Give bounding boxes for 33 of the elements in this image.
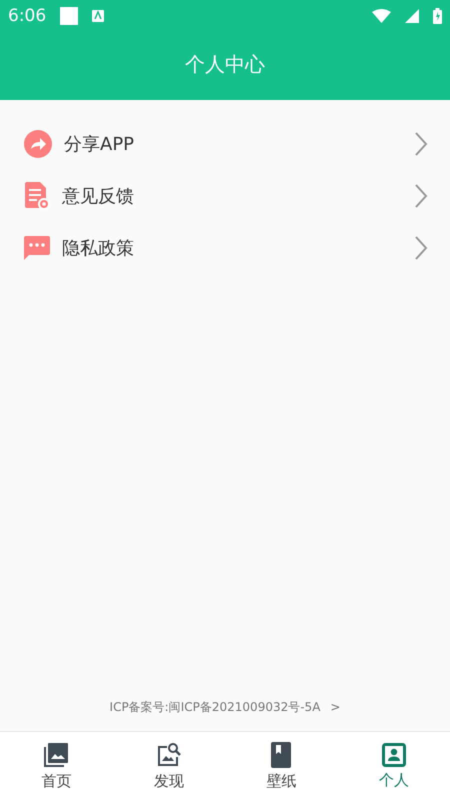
icp-arrow[interactable]: > [330, 700, 340, 714]
signal-icon [405, 9, 419, 23]
icp-number[interactable]: ICP备案号:闽ICP备2021009032号-5A [110, 698, 320, 716]
menu-item[interactable]: 隐私政策 [0, 222, 450, 274]
menu-item[interactable]: 分享APP [0, 118, 450, 170]
nav-tab[interactable]: 发现 [112, 732, 225, 801]
menu-item[interactable]: 意见反馈 [0, 170, 450, 222]
nav-tab[interactable]: 首页 [0, 732, 112, 801]
nav-tab-label: 个人 [378, 771, 409, 790]
menu-item-label: 意见反馈 [62, 185, 135, 208]
gallery-icon [43, 742, 70, 768]
wifi-icon [372, 9, 391, 23]
chevron-right-icon [414, 183, 428, 209]
chat-icon [24, 236, 50, 260]
menu-item-label: 分享APP [64, 133, 136, 156]
nav-tab[interactable]: 个人 [338, 732, 450, 801]
nav-tab-label: 发现 [154, 772, 184, 791]
nav-tab-label: 首页 [41, 772, 72, 791]
document-icon [24, 182, 50, 210]
chevron-right-icon [414, 235, 428, 261]
notification-icon [60, 7, 78, 25]
menu-item-label: 隐私政策 [62, 237, 135, 260]
image-search-icon [156, 742, 182, 768]
nav-tab-label: 壁纸 [266, 772, 296, 791]
page-title: 个人中心 [184, 50, 266, 78]
nav-tab[interactable]: 壁纸 [225, 732, 338, 801]
chevron-right-icon [414, 131, 428, 157]
share-icon [24, 130, 52, 158]
app-notification-icon [92, 10, 104, 22]
bookmark-book-icon [270, 742, 292, 768]
battery-icon [433, 8, 442, 24]
profile-icon [382, 743, 406, 767]
status-time: 6:06 [8, 6, 46, 26]
